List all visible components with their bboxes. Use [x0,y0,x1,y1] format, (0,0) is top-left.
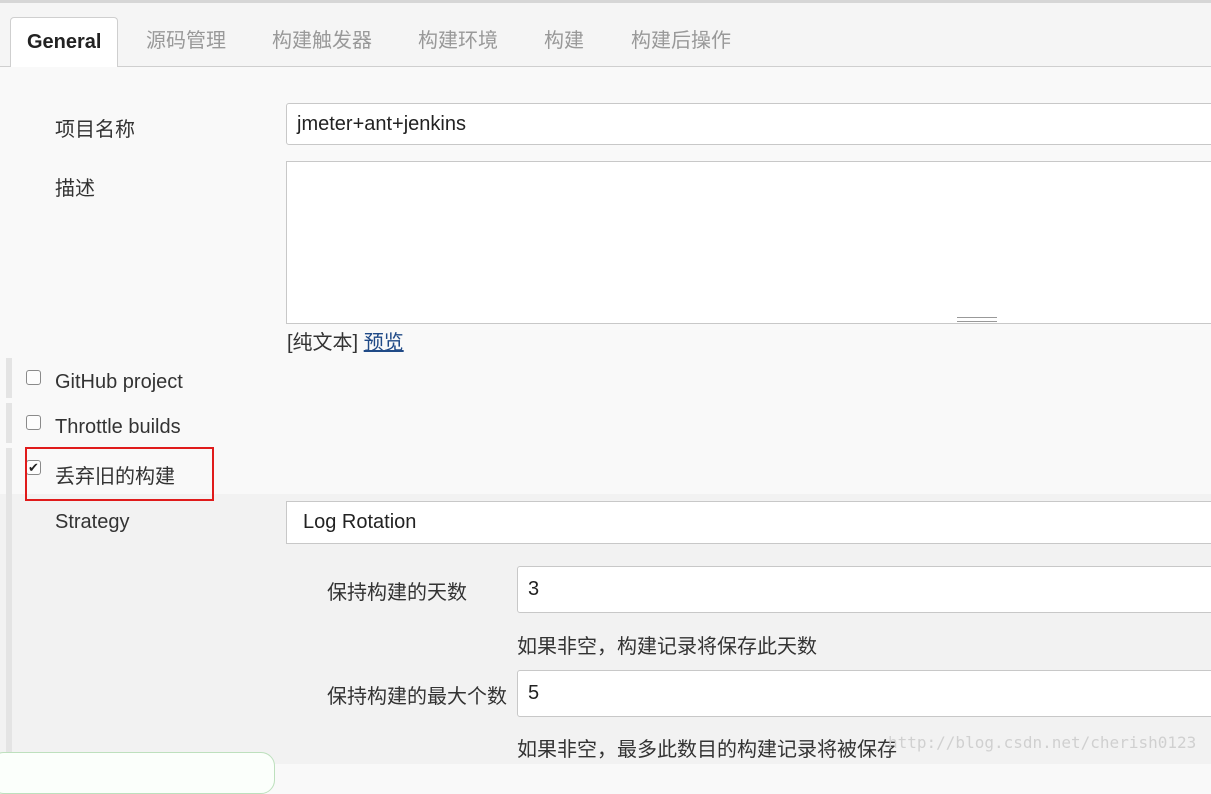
text-format-line: [纯文本] 预览 [287,326,404,355]
github-project-checkbox[interactable] [26,370,41,385]
days-to-keep-hint: 如果非空，构建记录将保存此天数 [517,636,817,658]
project-name-label: 项目名称 [55,119,135,141]
annotation-highlight-box [25,447,214,501]
watermark-text: http://blog.csdn.net/cherish0123 [888,733,1197,752]
throttle-builds-checkbox[interactable] [26,415,41,430]
strategy-label: Strategy [55,511,130,533]
preview-link[interactable]: 预览 [364,332,404,354]
max-builds-label: 保持构建的最大个数 [327,686,507,708]
tab-post-build-actions[interactable]: 构建后操作 [615,17,747,65]
description-label: 描述 [55,178,95,200]
section-indent-bar [6,403,12,443]
section-indent-bar [6,448,12,764]
tab-build-triggers[interactable]: 构建触发器 [256,17,388,65]
bottom-notification-bubble [0,752,275,794]
github-project-label: GitHub project [55,371,183,393]
throttle-builds-label: Throttle builds [55,416,181,438]
section-indent-bar [6,358,12,398]
max-builds-hint: 如果非空，最多此数目的构建记录将被保存 [517,739,897,761]
tab-build[interactable]: 构建 [528,17,600,65]
days-to-keep-label: 保持构建的天数 [327,582,467,604]
tab-source-code-management[interactable]: 源码管理 [130,17,242,65]
tab-general[interactable]: General [10,17,119,68]
description-textarea[interactable] [286,161,1211,324]
plain-text-format-label: [纯文本] [287,332,359,354]
config-tab-bar: General 源码管理 构建触发器 构建环境 构建 构建后操作 [0,3,1211,68]
days-to-keep-input[interactable]: 3 [517,566,1211,613]
tab-build-environment[interactable]: 构建环境 [402,17,514,65]
strategy-select[interactable]: Log Rotation [286,501,1211,544]
project-name-input[interactable]: jmeter+ant+jenkins [286,103,1211,145]
max-builds-input[interactable]: 5 [517,670,1211,717]
textarea-resize-handle[interactable] [957,317,997,322]
